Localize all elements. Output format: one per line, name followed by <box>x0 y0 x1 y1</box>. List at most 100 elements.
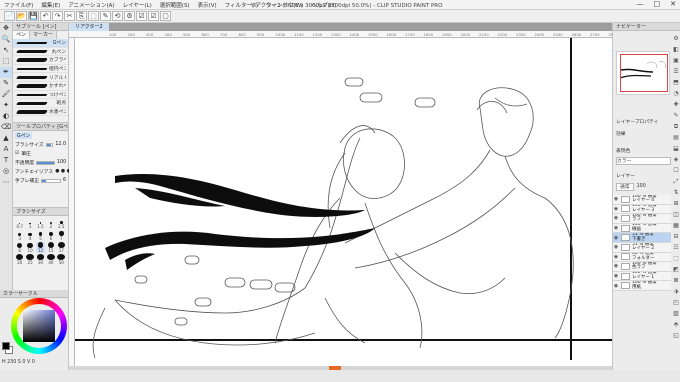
panel-side-icon[interactable]: ⊟ <box>671 231 680 242</box>
layer-row[interactable]: ◉ 100 % 通常 用紙 <box>613 281 671 291</box>
toolbar-icon[interactable]: ⬚ <box>88 11 99 21</box>
eye-icon[interactable]: ◉ <box>613 235 619 241</box>
brush-size-option[interactable]: 2 <box>46 218 55 229</box>
panel-side-icon[interactable]: ⬚ <box>671 253 680 264</box>
brush-size-option[interactable]: 2.5 <box>57 218 66 229</box>
tool-icon[interactable]: T <box>0 155 12 166</box>
pressure-checkbox-icon[interactable]: ☑ <box>15 151 19 156</box>
tool-icon[interactable]: ◎ <box>0 166 12 177</box>
panel-side-icon[interactable]: ◈ <box>671 154 680 165</box>
brush-size-row[interactable]: ブラシサイズ 12.0 <box>13 140 68 149</box>
canvas-paper[interactable] <box>75 38 612 370</box>
brush-size-option[interactable]: 15 <box>46 242 55 253</box>
eye-icon[interactable]: ◉ <box>613 283 619 289</box>
brush-size-slider[interactable] <box>45 142 54 147</box>
panel-side-icon[interactable]: ⊞ <box>671 198 680 209</box>
minimize-button[interactable]: — <box>637 0 644 8</box>
panel-side-icon[interactable]: ⬒ <box>671 77 680 88</box>
toolbar-icon[interactable]: ✎ <box>100 11 111 21</box>
blend-mode-select[interactable]: 通常 <box>616 183 634 191</box>
panel-side-icon[interactable]: ◧ <box>671 44 680 55</box>
panel-side-icon[interactable]: ⚙ <box>671 33 680 44</box>
eye-icon[interactable]: ◉ <box>613 254 619 260</box>
toolbar-icon[interactable]: ⎘ <box>76 11 87 21</box>
antialias-row[interactable]: アンチエイリアス ● ● ● ● <box>13 167 77 176</box>
layer-row[interactable]: ◉ 51 % 通常 下書き <box>613 233 671 243</box>
brush-size-option[interactable]: 1.5 <box>36 218 45 229</box>
brush-item[interactable]: つけペン <box>13 91 68 100</box>
panel-side-icon[interactable]: ⬘ <box>671 319 680 330</box>
toolbar-icon[interactable]: ✂ <box>64 11 75 21</box>
eye-icon[interactable]: ◉ <box>613 244 619 250</box>
toolbar-icon[interactable]: ↶ <box>40 11 51 21</box>
maximize-button[interactable]: □ <box>654 0 661 8</box>
brush-size-option[interactable]: 7 <box>57 230 66 241</box>
panel-side-icon[interactable]: ⬗ <box>671 286 680 297</box>
brush-size-option[interactable]: 40 <box>46 254 55 265</box>
color-wheel[interactable] <box>11 298 67 354</box>
layer-row[interactable]: ◉ 100 % 通常 線画 <box>613 223 671 234</box>
toolbar-icon[interactable]: ☑ <box>148 11 159 21</box>
brush-item[interactable]: 楷円ペン <box>13 65 68 74</box>
brush-size-option[interactable]: 5 <box>36 230 45 241</box>
panel-side-icon[interactable]: ▤ <box>671 132 680 143</box>
tool-icon[interactable]: ⌫ <box>0 122 12 133</box>
toolbar-icon[interactable]: 💾 <box>28 11 39 21</box>
tool-icon[interactable]: ▲ <box>0 133 12 144</box>
eye-icon[interactable]: ◉ <box>613 263 619 269</box>
panel-side-icon[interactable]: ▧ <box>671 308 680 319</box>
layer-row[interactable]: ◉ 51 % 通常 レイヤー 2 <box>613 242 671 253</box>
stabilization-slider[interactable] <box>41 178 61 183</box>
opacity-row[interactable]: 不透明度 100 <box>13 158 68 167</box>
tool-icon[interactable]: ✒ <box>0 67 12 78</box>
layer-opacity-value[interactable]: 100 <box>637 183 646 191</box>
menu-item[interactable]: ファイル(F) <box>0 1 37 9</box>
tool-icon[interactable]: ✎ <box>0 78 12 89</box>
tool-icon[interactable]: 🔍 <box>0 34 12 45</box>
navigator-thumbnail[interactable] <box>616 51 670 95</box>
panel-side-icon[interactable]: ⧉ <box>671 121 680 132</box>
panel-side-icon[interactable]: ⤢ <box>671 176 680 187</box>
brush-item[interactable]: 丸ペン <box>13 48 68 57</box>
brush-size-option[interactable]: 0.7 <box>15 218 24 229</box>
navigator-view-frame[interactable] <box>620 54 668 92</box>
expression-color-select[interactable]: カラー <box>616 157 671 165</box>
toolbar-icon[interactable]: ☑ <box>136 11 147 21</box>
brush-item[interactable]: かすれペン <box>13 82 68 91</box>
panel-side-icon[interactable]: ◔ <box>671 88 680 99</box>
brush-item[interactable]: カブラペン <box>13 56 68 65</box>
toolbar-icon[interactable]: ⟲ <box>112 11 123 21</box>
layer-row[interactable]: ◉ 100 % 通常 レイヤー 3 <box>613 204 671 215</box>
brush-size-option[interactable]: 50 <box>57 254 66 265</box>
menu-item[interactable]: 表示(V) <box>194 1 221 9</box>
eye-icon[interactable]: ◉ <box>613 215 619 221</box>
tool-icon[interactable]: ⋯ <box>0 177 12 188</box>
layer-row[interactable]: ◉ 100 % 通常 レイヤー 4 <box>613 195 671 205</box>
brush-size-option[interactable]: 8 <box>15 242 24 253</box>
stabilization-row[interactable]: 手ブレ補正 6 <box>13 176 68 185</box>
document-tab[interactable]: リアクター2 <box>69 23 110 31</box>
horizontal-scrollbar[interactable] <box>69 366 612 370</box>
tool-icon[interactable]: ✥ <box>0 23 12 34</box>
eye-icon[interactable]: ◉ <box>613 206 619 212</box>
toolbar-icon[interactable]: ⚙ <box>124 11 135 21</box>
toolbar-icon[interactable]: 📂 <box>16 11 27 21</box>
brush-item[interactable]: 斑点 <box>13 99 68 108</box>
brush-size-option[interactable]: 6 <box>46 230 55 241</box>
menu-item[interactable]: 選択範囲(S) <box>156 1 194 9</box>
panel-side-icon[interactable]: ◫ <box>671 209 680 220</box>
tool-icon[interactable]: ✦ <box>0 100 12 111</box>
brush-item[interactable]: 水墨ペン <box>13 108 68 117</box>
tool-icon[interactable]: 🖌 <box>0 89 12 100</box>
panel-side-icon[interactable]: ☰ <box>671 66 680 77</box>
tab-marker[interactable]: マーカー <box>30 31 58 39</box>
brush-size-option[interactable]: 25 <box>25 254 34 265</box>
tool-icon[interactable]: ◐ <box>0 111 12 122</box>
panel-side-icon[interactable]: ⇅ <box>671 187 680 198</box>
layer-row[interactable]: ◉ 100 % 通常 ラフ <box>613 214 671 224</box>
brush-size-option[interactable]: 12 <box>35 242 46 253</box>
panel-side-icon[interactable]: ◰ <box>671 297 680 308</box>
tool-icon[interactable]: ⬚ <box>0 56 12 67</box>
eye-icon[interactable]: ◉ <box>613 273 619 279</box>
menu-item[interactable]: レイヤー(L) <box>119 1 156 9</box>
